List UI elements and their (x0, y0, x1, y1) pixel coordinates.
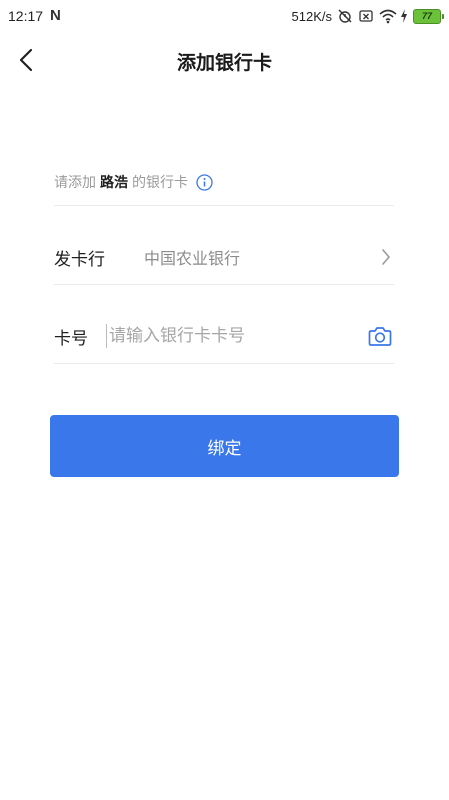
info-icon[interactable] (196, 173, 213, 191)
camera-icon[interactable] (366, 322, 394, 350)
chevron-right-icon (378, 247, 394, 267)
network-speed: 512K/s (291, 8, 332, 24)
hint-prefix: 请添加 (54, 175, 96, 191)
status-time: 12:17 (8, 8, 44, 24)
nav-bar: 添加银行卡 (0, 36, 449, 84)
divider (54, 205, 394, 206)
charging-icon (400, 8, 408, 24)
divider (54, 284, 394, 285)
issuer-label: 发卡行 (54, 249, 105, 270)
page-title: 添加银行卡 (176, 52, 272, 74)
issuer-value: 中国农业银行 (144, 249, 241, 268)
card-number-label: 卡号 (54, 328, 88, 349)
card-number-input[interactable] (106, 324, 366, 348)
alarm-off-icon (337, 8, 353, 24)
divider (54, 363, 394, 364)
hint-suffix: 的银行卡 (132, 175, 188, 191)
bind-button[interactable]: 绑定 (50, 415, 399, 477)
sim-off-icon (358, 8, 374, 24)
notification-n-icon: N (50, 7, 61, 24)
status-right-group: 512K/s 77 (291, 6, 444, 26)
wifi-icon (379, 8, 397, 24)
holder-name: 路浩 (100, 175, 128, 191)
battery-icon: 77 (413, 8, 444, 24)
add-bank-card-screen: 12:17 N 512K/s 77 添加银行卡 请添加 路浩 的银行卡 发卡行 … (0, 0, 449, 800)
card-number-row: 卡号 (54, 309, 394, 363)
holder-hint: 请添加 路浩 的银行卡 (54, 158, 394, 206)
issuer-row[interactable]: 发卡行 中国农业银行 (54, 230, 394, 284)
status-bar: 12:17 N 512K/s 77 (0, 0, 449, 32)
